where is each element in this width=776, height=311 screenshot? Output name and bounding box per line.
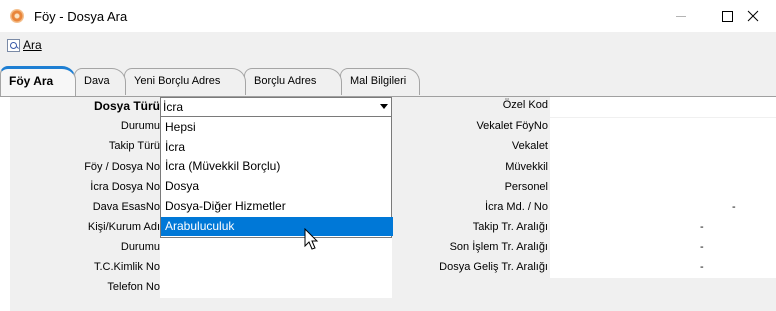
personel-input[interactable] (550, 178, 776, 198)
label-vekalet-foyno: Vekalet FöyNo (476, 120, 548, 132)
tab-label: Mal Bilgileri (350, 75, 407, 87)
label-foy-dosya-no: Föy / Dosya No (84, 161, 160, 173)
minimize-button[interactable] (658, 0, 704, 32)
option-icra-muvekkil-borclu[interactable]: İcra (Müvekkil Borçlu) (161, 157, 393, 176)
tab-label: Föy Ara (9, 74, 54, 88)
son-islem-tr-araligi-input[interactable]: - (550, 238, 776, 258)
range-separator: - (700, 261, 704, 273)
label-durumu-2: Durumu (120, 241, 160, 253)
label-takip-tr-araligi: Takip Tr. Aralığı (472, 221, 548, 233)
vekalet-foyno-input[interactable] (550, 118, 776, 138)
tab-borclu-adres[interactable]: Borçlu Adres (244, 68, 342, 95)
label-personel: Personel (504, 181, 548, 193)
ozel-kod-input[interactable] (550, 97, 776, 117)
label-muvekkil: Müvekkil (505, 161, 548, 173)
close-icon (747, 10, 759, 22)
minimize-icon (676, 15, 686, 17)
label-dosya-gelis-tr-araligi: Dosya Geliş Tr. Aralığı (439, 261, 548, 273)
option-hepsi[interactable]: Hepsi (161, 118, 393, 137)
tab-mal-bilgileri[interactable]: Mal Bilgileri (340, 68, 420, 95)
option-icra[interactable]: İcra (161, 138, 393, 157)
label-dosya-turu: Dosya Türü (93, 99, 160, 113)
option-arabuluculuk[interactable]: Arabuluculuk (161, 217, 393, 236)
label-ozel-kod: Özel Kod (502, 99, 548, 111)
toolbar: Ara (0, 32, 776, 58)
telefon-no-input[interactable] (160, 278, 392, 298)
range-separator: - (732, 201, 736, 213)
label-dava-esas-no: Dava EsasNo (92, 201, 160, 213)
range-separator: - (700, 221, 704, 233)
chevron-down-icon (380, 104, 388, 109)
search-button-label: Ara (23, 38, 42, 52)
tab-label: Yeni Borçlu Adres (134, 75, 221, 87)
label-vekalet: Vekalet (511, 140, 548, 152)
title-bar: Föy - Dosya Ara (0, 0, 776, 32)
label-icra-md-no: İcra Md. / No (485, 201, 548, 213)
range-separator: - (700, 241, 704, 253)
search-form: Dosya Türü Durumu Takip Türü Föy / Dosya… (10, 97, 776, 311)
tab-dava[interactable]: Dava (74, 68, 126, 95)
vekalet-input[interactable] (550, 138, 776, 158)
option-dosya-diger-hizmetler[interactable]: Dosya-Diğer Hizmetler (161, 197, 393, 216)
durumu-2-field[interactable] (160, 238, 392, 258)
option-dosya[interactable]: Dosya (161, 177, 393, 196)
icra-md-no-input[interactable]: - (550, 198, 776, 218)
label-icra-dosya-no: İcra Dosya No (90, 181, 160, 193)
tab-strip: Mal Bilgileri Borçlu Adres Yeni Borçlu A… (0, 58, 776, 97)
mouse-pointer-icon (304, 228, 319, 250)
label-takip-turu: Takip Türü (108, 140, 160, 152)
tab-label: Dava (84, 75, 110, 87)
tab-yeni-borclu-adres[interactable]: Yeni Borçlu Adres (124, 68, 246, 95)
window-title: Föy - Dosya Ara (34, 9, 128, 24)
search-icon (7, 38, 20, 52)
search-button[interactable]: Ara (7, 37, 42, 53)
takip-tr-araligi-input[interactable]: - (550, 218, 776, 238)
label-son-islem-tr-araligi: Son İşlem Tr. Aralığı (449, 241, 548, 253)
dosya-turu-select[interactable]: İcra (160, 97, 392, 117)
muvekkil-input[interactable] (550, 158, 776, 178)
label-tc-kimlik-no: T.C.Kimlik No (93, 261, 160, 273)
close-button[interactable] (730, 0, 776, 32)
dosya-turu-dropdown-list: Hepsi İcra İcra (Müvekkil Borçlu) Dosya … (160, 116, 393, 238)
dosya-gelis-tr-araligi-input[interactable]: - (550, 258, 776, 278)
tab-label: Borçlu Adres (254, 75, 317, 87)
tab-foy-ara[interactable]: Föy Ara (0, 66, 76, 97)
app-icon (10, 9, 24, 23)
tc-kimlik-no-input[interactable] (160, 258, 392, 278)
dosya-turu-value: İcra (163, 100, 184, 114)
label-durumu: Durumu (120, 120, 160, 132)
label-kisi-kurum-adi: Kişi/Kurum Adı (87, 221, 160, 233)
label-telefon-no: Telefon No (107, 281, 160, 293)
